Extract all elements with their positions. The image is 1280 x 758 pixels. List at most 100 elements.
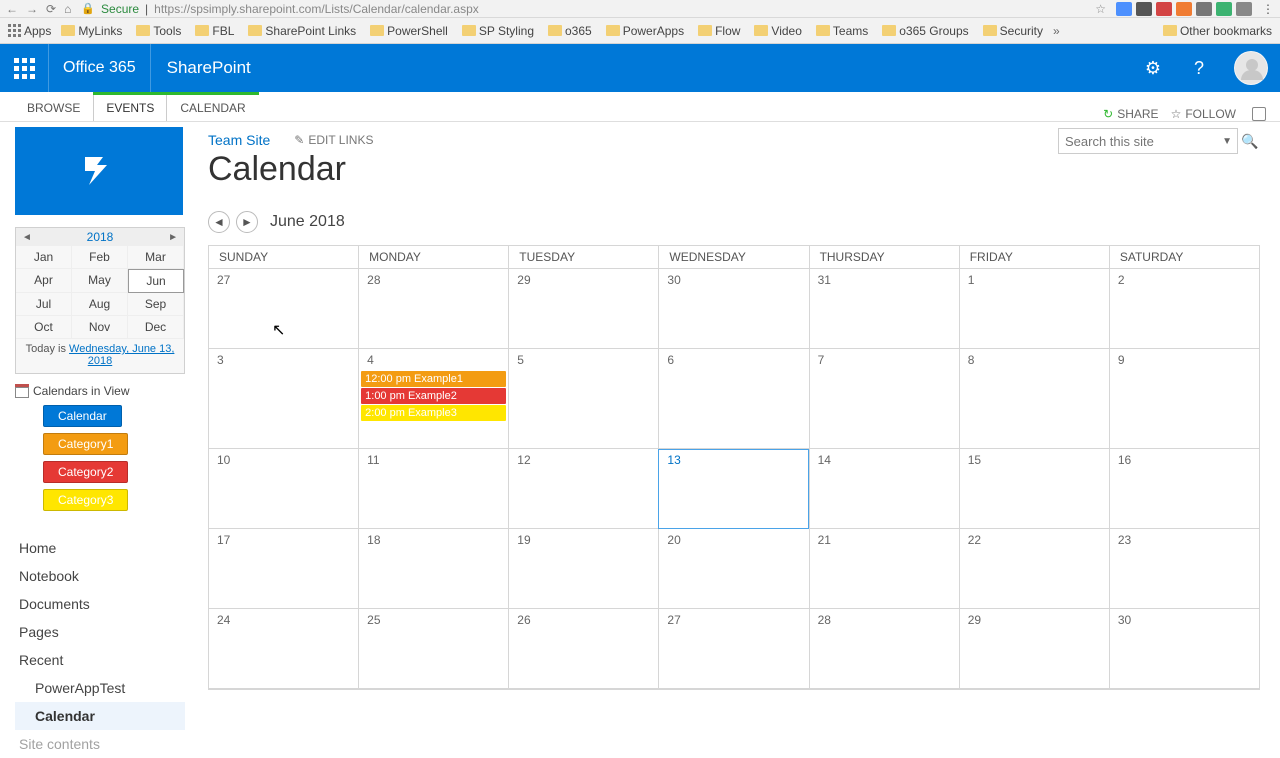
forward-icon[interactable]: → <box>26 2 38 16</box>
mini-month-nov[interactable]: Nov <box>72 316 128 339</box>
tab-events[interactable]: EVENTS <box>93 95 167 121</box>
nav-recent[interactable]: Recent <box>15 646 185 674</box>
mini-month-feb[interactable]: Feb <box>72 246 128 269</box>
home-icon[interactable]: ⌂ <box>64 2 71 16</box>
bookmark-item[interactable]: Tools <box>136 24 181 38</box>
nav-documents[interactable]: Documents <box>15 590 185 618</box>
calendar-cell[interactable]: 23 <box>1109 529 1259 609</box>
calendar-cell[interactable]: 14 <box>809 449 959 529</box>
nav-recent-calendar[interactable]: Calendar <box>15 702 185 730</box>
prev-year-icon[interactable]: ◄ <box>22 232 32 243</box>
nav-pages[interactable]: Pages <box>15 618 185 646</box>
prev-month-icon[interactable]: ◄ <box>208 211 230 233</box>
calendar-cell[interactable]: 3 <box>208 349 358 449</box>
calendar-cell[interactable]: 15 <box>959 449 1109 529</box>
calendar-cell[interactable]: 22 <box>959 529 1109 609</box>
calendar-cell[interactable]: 16 <box>1109 449 1259 529</box>
calendar-cell[interactable]: 1 <box>959 269 1109 349</box>
calendar-event[interactable]: 2:00 pm Example3 <box>361 405 506 421</box>
bookmark-star-icon[interactable]: ☆ <box>1095 2 1106 16</box>
calendar-cell[interactable]: 11 <box>358 449 508 529</box>
bookmark-item[interactable]: PowerShell <box>370 24 448 38</box>
bookmarks-overflow[interactable]: » <box>1053 24 1060 38</box>
calendar-cell[interactable]: 5 <box>508 349 658 449</box>
bookmark-item[interactable]: SP Styling <box>462 24 534 38</box>
reload-icon[interactable]: ⟳ <box>46 2 56 16</box>
ext-icon[interactable] <box>1156 2 1172 16</box>
calendar-cell[interactable]: 412:00 pm Example11:00 pm Example22:00 p… <box>358 349 508 449</box>
follow-button[interactable]: ☆FOLLOW <box>1171 107 1236 121</box>
ext-icon[interactable] <box>1116 2 1132 16</box>
mini-month-may[interactable]: May <box>72 269 128 293</box>
calendar-cell[interactable]: 18 <box>358 529 508 609</box>
calendar-cell[interactable]: 13 <box>658 449 808 529</box>
other-bookmarks[interactable]: Other bookmarks <box>1163 24 1272 38</box>
mini-cal-year[interactable]: 2018 <box>32 230 168 244</box>
apps-button[interactable]: Apps <box>8 24 51 38</box>
calendar-cell[interactable]: 19 <box>508 529 658 609</box>
today-link[interactable]: Wednesday, June 13, 2018 <box>69 343 174 367</box>
breadcrumb-site[interactable]: Team Site <box>208 132 270 148</box>
address-bar[interactable]: 🔒 Secure | https://spsimply.sharepoint.c… <box>81 2 1085 16</box>
app-launcher-icon[interactable] <box>0 44 48 92</box>
bookmark-item[interactable]: FBL <box>195 24 234 38</box>
ext-icon[interactable] <box>1236 2 1252 16</box>
calendar-event[interactable]: 12:00 pm Example1 <box>361 371 506 387</box>
calendar-event[interactable]: 1:00 pm Example2 <box>361 388 506 404</box>
nav-home[interactable]: Home <box>15 534 185 562</box>
share-button[interactable]: ↻SHARE <box>1103 107 1158 121</box>
calendar-cell[interactable]: 9 <box>1109 349 1259 449</box>
bookmark-item[interactable]: SharePoint Links <box>248 24 356 38</box>
mini-month-mar[interactable]: Mar <box>128 246 184 269</box>
calendar-cell[interactable]: 6 <box>658 349 808 449</box>
nav-site-contents[interactable]: Site contents <box>15 730 185 758</box>
product-name[interactable]: Office 365 <box>49 59 150 77</box>
mini-month-jul[interactable]: Jul <box>16 293 72 316</box>
focus-icon[interactable] <box>1252 107 1266 121</box>
calendar-cell[interactable]: 30 <box>1109 609 1259 689</box>
overlay-chip-category2[interactable]: Category2 <box>43 461 128 483</box>
menu-icon[interactable]: ⋮ <box>1262 2 1274 16</box>
nav-notebook[interactable]: Notebook <box>15 562 185 590</box>
bookmark-item[interactable]: o365 <box>548 24 592 38</box>
calendar-cell[interactable]: 21 <box>809 529 959 609</box>
calendar-cell[interactable]: 12 <box>508 449 658 529</box>
calendar-cell[interactable]: 20 <box>658 529 808 609</box>
nav-recent-powerapptest[interactable]: PowerAppTest <box>15 674 185 702</box>
search-input[interactable] <box>1058 128 1238 154</box>
tab-calendar[interactable]: CALENDAR <box>167 95 258 121</box>
bookmark-item[interactable]: Flow <box>698 24 740 38</box>
bookmark-item[interactable]: Teams <box>816 24 868 38</box>
calendar-cell[interactable]: 7 <box>809 349 959 449</box>
mini-month-oct[interactable]: Oct <box>16 316 72 339</box>
calendar-cell[interactable]: 25 <box>358 609 508 689</box>
bookmark-item[interactable]: MyLinks <box>61 24 122 38</box>
calendar-cell[interactable]: 30 <box>658 269 808 349</box>
edit-links[interactable]: ✎ EDIT LINKS <box>294 133 373 147</box>
site-logo[interactable] <box>15 127 183 215</box>
calendar-cell[interactable]: 28 <box>358 269 508 349</box>
mini-month-apr[interactable]: Apr <box>16 269 72 293</box>
avatar[interactable] <box>1234 51 1268 85</box>
next-month-icon[interactable]: ► <box>236 211 258 233</box>
bookmark-item[interactable]: Video <box>754 24 801 38</box>
calendar-cell[interactable]: 27 <box>208 269 358 349</box>
calendar-cell[interactable]: 8 <box>959 349 1109 449</box>
help-icon[interactable]: ? <box>1176 44 1222 92</box>
calendar-cell[interactable]: 31 <box>809 269 959 349</box>
calendar-cell[interactable]: 17 <box>208 529 358 609</box>
bookmark-item[interactable]: Security <box>983 24 1043 38</box>
mini-month-jun[interactable]: Jun <box>128 269 184 293</box>
bookmark-item[interactable]: PowerApps <box>606 24 684 38</box>
overlay-chip-calendar[interactable]: Calendar <box>43 405 122 427</box>
ext-icon[interactable] <box>1136 2 1152 16</box>
tab-browse[interactable]: BROWSE <box>14 94 93 121</box>
bookmark-item[interactable]: o365 Groups <box>882 24 968 38</box>
settings-icon[interactable]: ⚙ <box>1130 44 1176 92</box>
calendar-cell[interactable]: 10 <box>208 449 358 529</box>
ext-icon[interactable] <box>1196 2 1212 16</box>
mini-month-jan[interactable]: Jan <box>16 246 72 269</box>
calendar-cell[interactable]: 24 <box>208 609 358 689</box>
mini-month-aug[interactable]: Aug <box>72 293 128 316</box>
calendar-cell[interactable]: 2 <box>1109 269 1259 349</box>
